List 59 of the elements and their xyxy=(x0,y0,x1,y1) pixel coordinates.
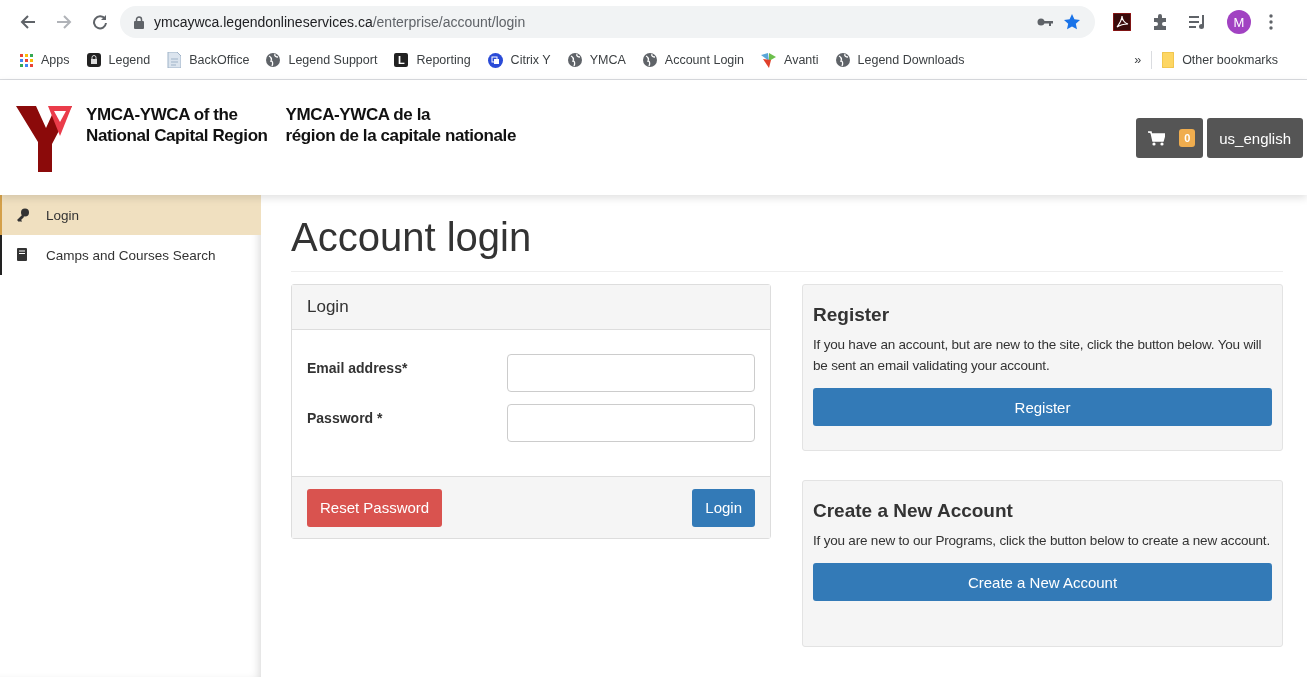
organization-name: YMCA-YWCA of the National Capital Region xyxy=(86,104,268,146)
document-icon xyxy=(167,52,182,68)
panel-button[interactable]: Register xyxy=(813,388,1272,426)
puzzle-icon[interactable] xyxy=(1151,13,1169,31)
field-label: Password * xyxy=(307,410,383,426)
folder-icon xyxy=(1162,52,1175,68)
language-button[interactable]: us_english xyxy=(1207,118,1303,158)
reload-icon[interactable] xyxy=(92,14,108,30)
page-title: Account login xyxy=(291,213,1283,272)
star-icon[interactable] xyxy=(1063,13,1081,31)
cart-icon xyxy=(1148,130,1166,146)
bookmark[interactable]: Account Login xyxy=(642,53,745,67)
bookmark[interactable]: Avanti xyxy=(761,52,819,68)
bookmark[interactable]: BackOffice xyxy=(167,52,250,68)
panel-button[interactable]: Create a New Account xyxy=(813,563,1272,601)
bookmark[interactable]: Legend xyxy=(86,53,151,67)
input-field[interactable] xyxy=(507,404,755,442)
pdf-icon[interactable] xyxy=(1113,13,1131,31)
url-text: ymcaywca.legendonlineservices.ca/enterprise/account/login xyxy=(154,14,526,30)
lock-icon xyxy=(134,15,144,29)
globe-icon xyxy=(567,53,582,67)
field-label: Email address* xyxy=(307,360,408,376)
panel-text: If you are new to our Programs, click the button below to create a new account. xyxy=(813,532,1271,550)
bookmark[interactable]: Legend Support xyxy=(266,53,378,67)
bookmark-folder[interactable]: Other bookmarks xyxy=(1162,52,1278,68)
apps-icon xyxy=(20,53,33,67)
padlock-icon xyxy=(86,53,101,67)
bookmark[interactable]: Apps xyxy=(20,53,70,67)
citrix-icon xyxy=(487,52,503,68)
profile-avatar[interactable]: M xyxy=(1227,10,1251,34)
avanti-icon xyxy=(761,52,777,68)
bookmark[interactable]: Citrix Y xyxy=(487,52,551,68)
bookmark[interactable]: L Reporting xyxy=(394,53,471,67)
cart-count: 0 xyxy=(1179,129,1196,147)
key-icon xyxy=(16,208,30,222)
more-icon[interactable] xyxy=(1269,14,1273,30)
back-icon[interactable] xyxy=(20,14,36,30)
globe-icon xyxy=(266,53,281,67)
globe-icon xyxy=(642,53,657,67)
reset-password-button[interactable]: Reset Password xyxy=(307,488,443,527)
login-button[interactable]: Login xyxy=(692,488,755,527)
ymca-logo[interactable] xyxy=(16,106,72,172)
letter-icon: L xyxy=(394,53,409,67)
address-bar[interactable]: ymcaywca.legendonlineservices.ca/enterprise/account/login xyxy=(120,6,1095,38)
sidebar-item[interactable]: Login xyxy=(0,195,261,235)
bookmark[interactable]: Legend Downloads xyxy=(835,53,965,67)
sidebar-item[interactable]: Camps and Courses Search xyxy=(0,235,261,275)
input-field[interactable] xyxy=(507,354,755,392)
globe-icon xyxy=(835,53,850,67)
bookmark[interactable]: YMCA xyxy=(567,53,626,67)
book-icon xyxy=(16,248,30,262)
panel-text: If you have an account, but are new to the site, click the button below. You will be sent an email validating your account. xyxy=(813,336,1263,375)
more-bookmarks-button[interactable]: » xyxy=(1134,53,1142,67)
panel-title: Register xyxy=(813,304,891,326)
media-icon[interactable] xyxy=(1189,14,1207,30)
panel-heading: Login xyxy=(292,285,770,330)
organization-name: YMCA-YWCA de la région de la capitale nationale xyxy=(285,104,516,146)
panel-title: Create a New Account xyxy=(813,500,1014,522)
key-icon[interactable] xyxy=(1037,17,1053,27)
